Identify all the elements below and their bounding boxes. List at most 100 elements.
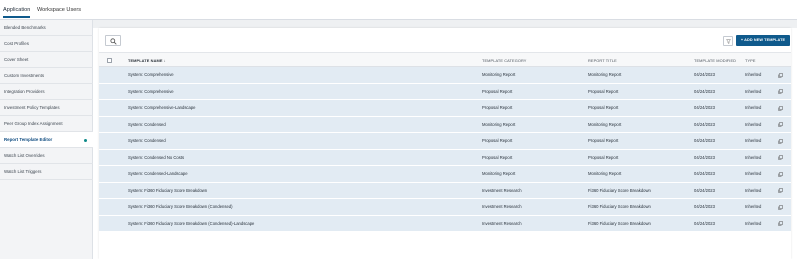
sidebar-item-watch-list-overrides[interactable]: Watch List Overrides [0,148,93,164]
sidebar-item-label: Watch List Triggers [4,169,42,174]
template-name-cell: System: Condensed No Costs [128,154,185,160]
template-category-cell: Monitoring Report [482,121,516,127]
template-modified-cell: 04/24/2023 [694,72,715,77]
type-cell: Inherited [745,121,762,127]
template-category-cell: Proposal Report [482,88,513,94]
template-category-cell: Investment Research [482,187,522,193]
type-cell: Inherited [745,138,762,143]
sidebar-item-peer-group-index-assignment[interactable]: Peer Group Index Assignment [0,116,93,132]
tab-workspace-users[interactable]: Workspace Users [37,7,81,13]
template-name-cell: System: Condensed-Landscape [128,171,188,176]
filter-button[interactable] [723,36,733,46]
copy-icon[interactable] [778,155,783,160]
sidebar-item-investment-policy-templates[interactable]: Investment Policy Templates [0,100,93,116]
filter-icon [726,39,731,44]
type-cell: Inherited [745,187,762,193]
type-cell: Inherited [745,88,762,94]
table-row[interactable]: System: Fi360 Fiduciary Score Breakdown … [99,199,791,216]
template-name-cell: System: Comprehensive [128,88,174,94]
report-title-cell: Monitoring Report [588,121,622,127]
copy-icon[interactable] [778,188,783,193]
sidebar-item-label: Peer Group Index Assignment [4,121,63,126]
table-row[interactable]: System: Condensed-Landscape Monitoring Re… [99,166,791,183]
toolbar: + ADD NEW TEMPLATE [99,28,791,52]
select-all-checkbox[interactable] [107,57,112,63]
template-name-cell: System: Condensed [128,121,166,127]
table-row[interactable]: System: Condensed No Costs Proposal Repor… [99,149,791,166]
type-cell: Inherited [745,204,762,209]
report-title-cell: Proposal Report [588,88,619,94]
template-modified-cell: 04/24/2023 [694,171,715,176]
table-row[interactable]: System: Comprehensive-Landscape Proposal … [99,100,791,117]
copy-icon[interactable] [778,171,783,177]
report-title-cell: Fi360 Fiduciary Score Breakdown [588,220,651,226]
report-title-cell: Monitoring Report [588,171,622,176]
template-modified-cell: 04/24/2023 [694,121,715,127]
template-category-cell: Investment Research [482,220,522,226]
template-category-cell: Monitoring Report [482,171,516,176]
sidebar-item-report-template-editor[interactable]: Report Template Editor [0,132,93,148]
report-title-cell: Fi360 Fiduciary Score Breakdown [588,204,651,209]
template-panel: + ADD NEW TEMPLATE TEMPLATE NAME ↓ TEMPL… [99,28,791,259]
copy-icon[interactable] [778,122,783,127]
column-header-template-modified[interactable]: TEMPLATE MODIFIED [694,53,736,68]
template-name-cell: System: Fi360 Fiduciary Score Breakdown [128,187,208,193]
table-row[interactable]: System: Fi360 Fiduciary Score Breakdown I… [99,182,791,199]
template-name-cell: System: Comprehensive [128,72,174,77]
sidebar-item-label: Cover Sheet [4,57,29,62]
sidebar-item-label: Watch List Overrides [4,153,45,158]
column-header-template-name[interactable]: TEMPLATE NAME ↓ [128,53,166,68]
top-nav: Application Workspace Users [0,0,797,20]
sidebar-item-cost-profiles[interactable]: Cost Profiles [0,36,93,52]
template-modified-cell: 04/24/2023 [694,154,715,160]
table-row[interactable]: System: Comprehensive Monitoring Report Mo… [99,67,791,84]
type-cell: Inherited [745,72,762,77]
template-modified-cell: 04/24/2023 [694,138,715,143]
type-cell: Inherited [745,171,762,176]
column-header-report-title[interactable]: REPORT TITLE [588,53,617,68]
sidebar-item-integration-providers[interactable]: Integration Providers [0,84,93,100]
table-row[interactable]: System: Comprehensive Proposal Report Prop… [99,83,791,100]
report-title-cell: Fi360 Fiduciary Score Breakdown [588,187,651,193]
add-new-template-button[interactable]: + ADD NEW TEMPLATE [736,35,790,46]
template-name-cell: System: Comprehensive-Landscape [128,105,196,110]
template-modified-cell: 04/24/2023 [694,105,715,110]
copy-icon[interactable] [778,89,783,94]
type-cell: Inherited [745,105,762,110]
active-indicator-dot [84,138,87,142]
sidebar-item-cover-sheet[interactable]: Cover Sheet [0,52,93,68]
sidebar-item-label: Investment Policy Templates [4,105,60,110]
table-header: TEMPLATE NAME ↓ TEMPLATE CATEGORY REPORT… [99,52,791,67]
sidebar-item-blended-benchmarks[interactable]: Blended Benchmarks [0,20,93,36]
template-category-cell: Proposal Report [482,154,513,160]
sidebar-item-label: Custom Investments [4,73,45,78]
report-title-cell: Monitoring Report [588,72,622,77]
table-row[interactable]: System: Condensed Monitoring Report Monito… [99,116,791,133]
copy-icon[interactable] [778,138,783,144]
copy-icon[interactable] [778,105,783,111]
copy-icon[interactable] [778,72,783,78]
template-category-cell: Investment Research [482,204,522,209]
search-icon [110,38,117,45]
sidebar-item-label: Cost Profiles [4,41,29,46]
report-title-cell: Proposal Report [588,105,619,110]
sidebar-item-custom-investments[interactable]: Custom Investments [0,68,93,84]
template-modified-cell: 04/24/2023 [694,187,715,193]
copy-icon[interactable] [778,204,783,210]
template-category-cell: Proposal Report [482,105,513,110]
report-title-cell: Proposal Report [588,138,619,143]
table-row[interactable]: System: Condensed Proposal Report Proposal… [99,133,791,150]
column-header-type[interactable]: TYPE [745,53,756,68]
column-header-template-category[interactable]: TEMPLATE CATEGORY [482,53,527,68]
template-name-cell: System: Fi360 Fiduciary Score Breakdown … [128,220,255,226]
sidebar-item-watch-list-triggers[interactable]: Watch List Triggers [0,164,93,180]
tab-application[interactable]: Application [3,7,31,18]
sidebar-item-label: Integration Providers [4,89,45,94]
copy-icon[interactable] [778,221,783,226]
type-cell: Inherited [745,220,762,226]
type-cell: Inherited [745,154,762,160]
table-row[interactable]: System: Fi360 Fiduciary Score Breakdown … [99,215,791,232]
sidebar: Blended Benchmarks Cost Profiles Cover S… [0,20,93,259]
search-button[interactable] [105,35,121,46]
sidebar-item-label: Blended Benchmarks [4,25,46,30]
